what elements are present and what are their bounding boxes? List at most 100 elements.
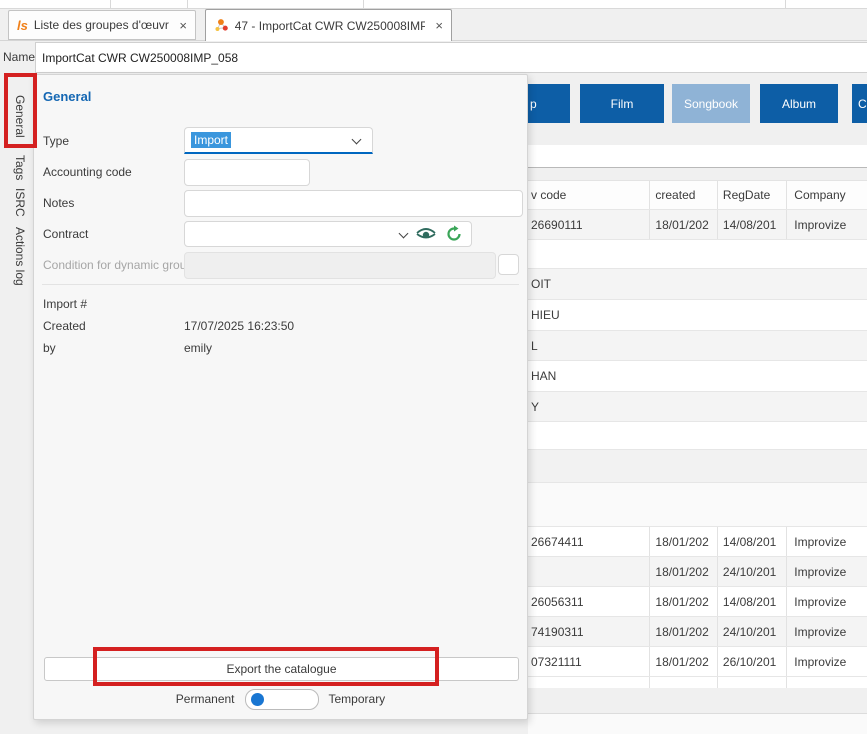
export-catalogue-button[interactable]: Export the catalogue: [44, 657, 519, 681]
table-row-empty: [528, 450, 867, 483]
close-icon[interactable]: ×: [435, 18, 443, 33]
cell-company: Improvize: [786, 647, 867, 676]
col-header-created[interactable]: created: [649, 181, 717, 209]
table-row[interactable]: 07321111 18/01/202 26/10/201 Improvize: [528, 647, 867, 677]
toggle-knob: [251, 693, 264, 706]
top-remnant-strip: [0, 0, 867, 9]
col-header-regdate[interactable]: RegDate: [717, 181, 786, 209]
divider: [785, 0, 786, 8]
tab-liste-des-groupes[interactable]: ls Liste des groupes d'œuvres ×: [8, 10, 196, 40]
general-panel: General Type Import Accounting code Note…: [33, 74, 528, 720]
toggle-row: Permanent Temporary: [34, 689, 527, 709]
table-row-empty: [528, 422, 867, 450]
col-header-code[interactable]: v code: [528, 181, 649, 209]
button-label: Album: [782, 97, 816, 111]
cell-empty: [528, 677, 649, 688]
close-icon[interactable]: ×: [179, 18, 187, 33]
cell-code: 26056311: [528, 587, 649, 616]
type-dropdown[interactable]: Import: [184, 127, 373, 154]
table-row-empty: [528, 240, 867, 269]
table-row[interactable]: L: [528, 331, 867, 361]
notes-input[interactable]: [184, 190, 523, 217]
cell-name: Y: [531, 400, 539, 414]
cell-regdate: 14/08/201: [717, 527, 786, 556]
cell-created: 18/01/202: [649, 587, 717, 616]
table-row[interactable]: 26690111 18/01/202 14/08/201 Improvize: [528, 210, 867, 240]
condition-input: [184, 252, 496, 279]
cell-regdate: 14/08/201: [717, 210, 786, 239]
panel-title: General: [43, 89, 91, 104]
type-button-clipped[interactable]: p: [524, 84, 570, 123]
cell-company: Improvize: [786, 557, 867, 586]
cell-created: 18/01/202: [649, 527, 717, 556]
cell-code: 07321111: [528, 647, 649, 676]
molecule-icon: [214, 17, 229, 34]
table-row-partial: [528, 677, 867, 688]
table-row[interactable]: 26674411 18/01/202 14/08/201 Improvize: [528, 527, 867, 557]
refresh-icon[interactable]: [445, 225, 463, 243]
filter-band[interactable]: [528, 145, 867, 168]
divider: [110, 0, 111, 8]
table-row[interactable]: 18/01/202 24/10/201 Improvize: [528, 557, 867, 587]
panel-divider: [42, 284, 519, 285]
cell-code: 26674411: [528, 527, 649, 556]
cell-created: 18/01/202: [649, 557, 717, 586]
table-row[interactable]: 74190311 18/01/202 24/10/201 Improvize: [528, 617, 867, 647]
table-header-row: v code created RegDate Company: [528, 180, 867, 210]
chevron-down-icon[interactable]: [399, 229, 409, 239]
cell-regdate: 26/10/201: [717, 647, 786, 676]
cell-code: 26690111: [528, 210, 649, 239]
cell-name: HIEU: [531, 308, 560, 322]
type-button-album[interactable]: Album: [760, 84, 838, 123]
accounting-code-input[interactable]: [184, 159, 310, 186]
tab-label: Liste des groupes d'œuvres: [34, 18, 170, 32]
temporary-label: Temporary: [329, 692, 386, 706]
name-label: Name: [3, 50, 35, 64]
condition-checkbox[interactable]: [498, 254, 519, 275]
cell-created: 18/01/202: [649, 647, 717, 676]
contract-dropdown[interactable]: [184, 221, 472, 247]
table-row[interactable]: HIEU: [528, 300, 867, 331]
table-row[interactable]: 26056311 18/01/202 14/08/201 Improvize: [528, 587, 867, 617]
button-label: p: [530, 97, 537, 111]
divider: [363, 0, 364, 8]
condition-label: Condition for dynamic group: [43, 258, 193, 272]
cell-company: Improvize: [786, 587, 867, 616]
cell-created: 18/01/202: [649, 617, 717, 646]
cell-empty: [717, 677, 786, 688]
sidebar-tab-tags[interactable]: Tags: [8, 155, 32, 181]
cell-empty: [786, 677, 867, 688]
cell-name: OIT: [531, 277, 551, 291]
button-label: Film: [611, 97, 634, 111]
bottom-strip: [528, 713, 867, 734]
cell-name: HAN: [531, 369, 556, 383]
table-row[interactable]: Y: [528, 392, 867, 422]
eye-icon[interactable]: [415, 226, 437, 242]
chevron-down-icon[interactable]: [352, 135, 362, 145]
cell-created: 18/01/202: [649, 210, 717, 239]
type-button-film[interactable]: Film: [580, 84, 664, 123]
table-row[interactable]: HAN: [528, 361, 867, 392]
cell-regdate: 14/08/201: [717, 587, 786, 616]
button-label: Songbook: [684, 97, 738, 111]
notes-label: Notes: [43, 196, 74, 210]
col-header-company[interactable]: Company: [786, 181, 867, 209]
table-row-empty: [528, 483, 867, 527]
tab-importcat-active[interactable]: 47 - ImportCat CWR CW250008IMP_058 ×: [205, 9, 452, 41]
cell-company: Improvize: [786, 617, 867, 646]
created-label: Created: [43, 319, 86, 333]
sidebar-tab-actions-log[interactable]: Actions log: [8, 226, 32, 286]
type-button-clipped-right[interactable]: Co: [852, 84, 867, 123]
button-label: Co: [858, 97, 867, 111]
table-row[interactable]: OIT: [528, 269, 867, 300]
sidebar-tab-isrc[interactable]: ISRC: [8, 187, 32, 217]
type-button-songbook[interactable]: Songbook: [672, 84, 750, 123]
name-input[interactable]: [35, 42, 867, 73]
permanent-label: Permanent: [176, 692, 235, 706]
cell-empty: [649, 677, 717, 688]
sidebar-tab-general[interactable]: General: [8, 84, 32, 148]
type-selected-value: Import: [191, 132, 231, 148]
export-button-label: Export the catalogue: [226, 662, 336, 676]
permanent-temporary-toggle[interactable]: [245, 689, 319, 710]
cell-regdate: 24/10/201: [717, 557, 786, 586]
